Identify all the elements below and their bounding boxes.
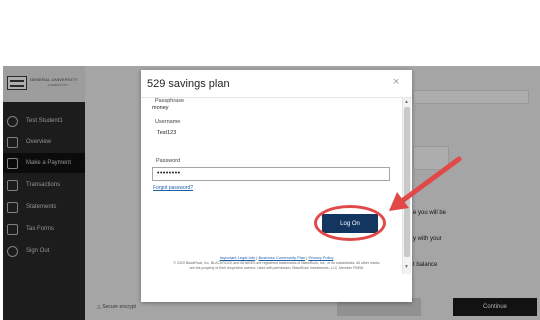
passphrase-label: Passphrase (155, 98, 185, 104)
scroll-down-icon[interactable]: ▼ (404, 264, 409, 270)
username-label: Username (155, 119, 181, 125)
passphrase-value: money (152, 105, 169, 111)
modal-header: 529 savings plan × (141, 70, 412, 98)
forgot-password-link[interactable]: Forgot password? (153, 185, 193, 191)
scroll-up-icon[interactable]: ▲ (404, 99, 409, 105)
password-value: •••••••• (157, 170, 181, 177)
username-value[interactable]: Test123 (157, 130, 176, 136)
password-label: Password (156, 158, 181, 164)
privacy-policy-link[interactable]: Privacy Policy (308, 255, 333, 260)
footer-links: Important Legal Info | Business Communit… (141, 255, 412, 260)
screenshot-stage: GENERAL UNIVERSITY CAMBUS CITY Test Stud… (0, 0, 540, 320)
red-arrow-icon (389, 156, 462, 211)
highlight-ring (314, 205, 386, 241)
login-modal: 529 savings plan × Passphrase money User… (141, 70, 412, 302)
close-icon[interactable]: × (393, 77, 399, 88)
important-legal-info-link[interactable]: Important Legal Info (220, 255, 256, 260)
modal-title: 529 savings plan (147, 78, 230, 90)
business-community-plan-link[interactable]: Business Community Plan (258, 255, 305, 260)
legal-text-line: are the property of their respective own… (189, 266, 364, 270)
password-field[interactable]: •••••••• (152, 167, 390, 181)
